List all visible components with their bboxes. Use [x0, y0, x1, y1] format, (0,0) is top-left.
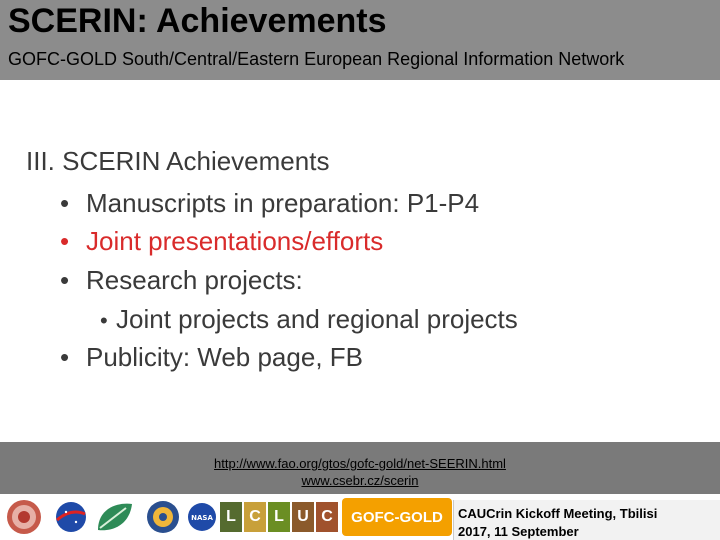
sub-bullet-icon: • — [100, 308, 108, 333]
bullet-joint-presentations: • Joint presentations/efforts — [60, 226, 383, 256]
lcluc-letter: C — [244, 502, 266, 532]
bullet-publicity: • Publicity: Web page, FB — [60, 342, 363, 372]
gofc-gold-label: GOFC-GOLD — [351, 508, 443, 526]
gofc-gold-logo: GOFC-GOLD — [342, 498, 452, 536]
bullet-icon: • — [60, 265, 70, 295]
bullet-text: Publicity: Web page, FB — [86, 342, 363, 372]
bullet-icon: • — [60, 188, 70, 218]
bullet-research-projects: • Research projects: — [60, 265, 303, 295]
section-heading: III. SCERIN Achievements — [26, 146, 329, 176]
bullet-icon: • — [60, 342, 70, 372]
csebr-link[interactable]: www.csebr.cz/scerin — [0, 473, 720, 488]
meeting-info-box: CAUCrin Kickoff Meeting, Tbilisi 2017, 1… — [453, 500, 720, 540]
nasa-logo-2-icon: NASA — [188, 503, 216, 531]
sub-bullet-text: Joint projects and regional projects — [116, 304, 518, 334]
bullet-text: Joint presentations/efforts — [86, 226, 384, 256]
emblem-logo-icon — [147, 501, 179, 533]
slide-content: III. SCERIN Achievements • Manuscripts in… — [0, 0, 720, 440]
lcluc-logo: L C L U C — [220, 498, 340, 536]
bullet-manuscripts: • Manuscripts in preparation: P1-P4 — [60, 188, 479, 218]
footer-link-band: http://www.fao.org/gtos/gofc-gold/net-SE… — [0, 442, 720, 494]
bullet-icon: • — [60, 226, 70, 256]
bullet-text: Research projects: — [86, 265, 303, 295]
fao-link[interactable]: http://www.fao.org/gtos/gofc-gold/net-SE… — [0, 456, 720, 471]
bullet-text: Manuscripts in preparation: P1-P4 — [86, 188, 480, 218]
meeting-line-1: CAUCrin Kickoff Meeting, Tbilisi — [458, 506, 658, 521]
sub-bullet-joint-projects: • Joint projects and regional projects — [100, 304, 518, 336]
lcluc-letter: U — [292, 502, 314, 532]
nasa-logo-icon — [56, 502, 86, 532]
svg-text:NASA: NASA — [191, 514, 213, 522]
meeting-line-2: 2017, 11 September — [458, 524, 579, 539]
seal-logo-icon — [7, 500, 41, 534]
lcluc-letter: L — [268, 502, 290, 532]
section-heading-text: III. SCERIN Achievements — [26, 146, 330, 176]
lcluc-letter: C — [316, 502, 338, 532]
leaf-logo-icon — [98, 503, 132, 531]
lcluc-letter: L — [220, 502, 242, 532]
